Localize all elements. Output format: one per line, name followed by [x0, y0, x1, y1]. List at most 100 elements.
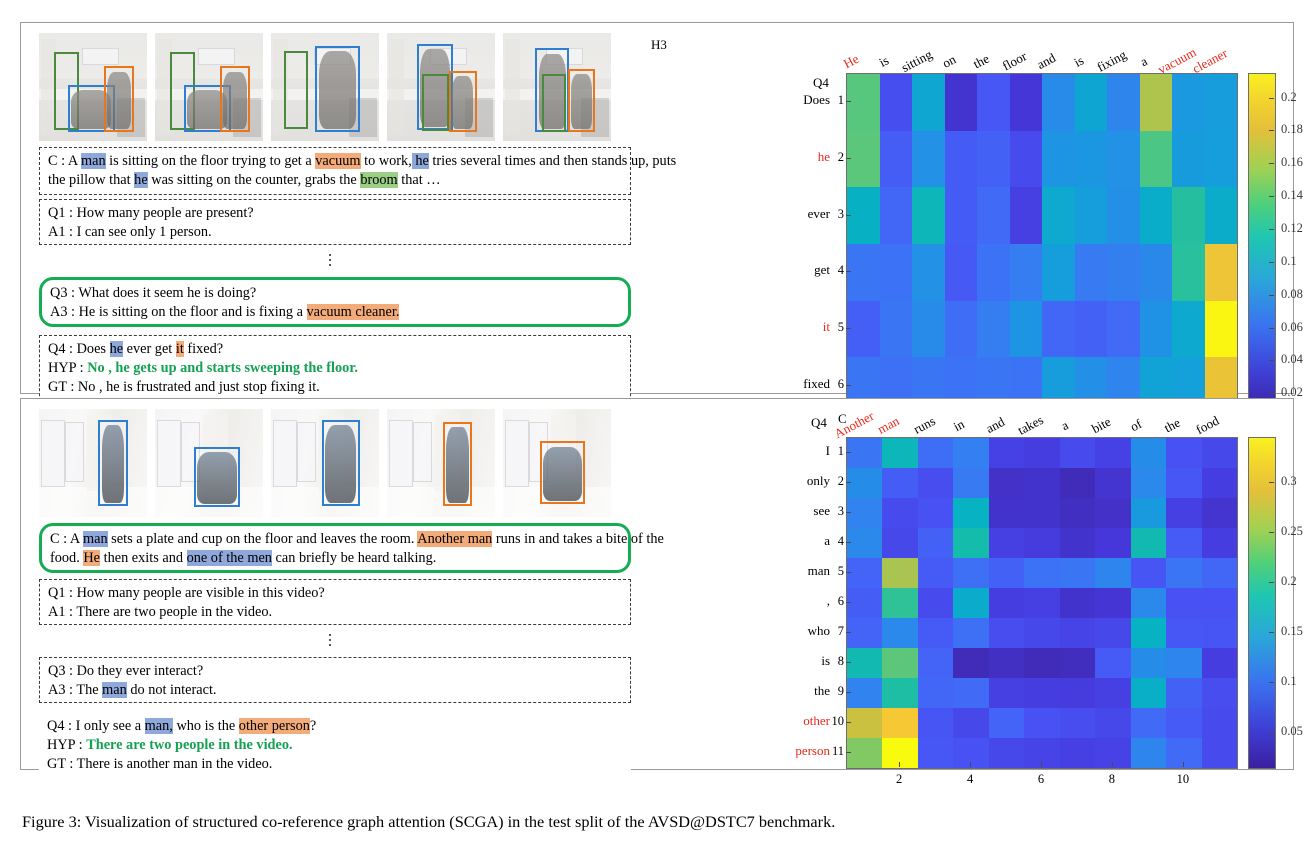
- heatmap-cell: [1107, 187, 1140, 244]
- token-text: that …: [397, 172, 441, 188]
- bounding-box-green: [421, 74, 449, 132]
- heatmap-cell: [1059, 438, 1096, 468]
- heatmap-col-label: is: [876, 52, 891, 70]
- token-text: then exits and: [100, 550, 187, 566]
- heatmap-cell: [1166, 468, 1202, 498]
- bounding-box-blue: [315, 45, 360, 133]
- heatmap-cell: [847, 738, 883, 768]
- video-frame: [155, 409, 263, 517]
- token-text: GT : No , he is frustrated and just stop…: [48, 379, 320, 395]
- heatmap-cell: [912, 187, 945, 244]
- heatmap-cell: [917, 738, 954, 768]
- heatmap-cell: [953, 558, 989, 588]
- heatmap-col-label: of: [1127, 415, 1145, 435]
- y-tick-mark: [846, 542, 851, 543]
- dialogue-line: HYP : There are two people in the video.: [47, 736, 623, 755]
- dialogue-line: Q3 : Do they ever interact?: [48, 662, 622, 681]
- heatmap-row-label: get: [814, 262, 830, 278]
- heatmap-cell: [1139, 130, 1172, 188]
- heatmap-cell: [944, 187, 977, 244]
- colorbar-tick-label: 0.1: [1281, 253, 1297, 268]
- heatmap-cell: [1172, 74, 1205, 131]
- example-panel-2: C : A man sets a plate and cup on the fl…: [20, 398, 1303, 786]
- heatmap-cell: [1042, 74, 1075, 131]
- heatmap-cell: [847, 498, 883, 528]
- heatmap-cell: [988, 618, 1025, 648]
- heatmap-cell: [847, 648, 883, 678]
- colorbar-tick-mark: [1269, 682, 1274, 683]
- heatmap-cell: [953, 678, 989, 708]
- heatmap-cell: [847, 468, 883, 498]
- heatmap-cell: [882, 678, 918, 708]
- token-text: food.: [50, 550, 84, 566]
- caption-block: C : A man is sitting on the floor trying…: [39, 147, 676, 195]
- video-frame-strip-1: [39, 33, 611, 141]
- heatmap-cell: [1201, 498, 1237, 528]
- token-highlight-blue: he: [411, 153, 429, 169]
- heatmap-cell: [1009, 300, 1042, 358]
- colorbar-tick-mark: [1269, 327, 1274, 329]
- heatmap-cell: [977, 244, 1010, 301]
- heatmap-cell: [1172, 244, 1205, 301]
- heatmap-cell: [1204, 244, 1237, 301]
- heatmap-cell: [1130, 528, 1167, 558]
- token-text: can briefly be heard talking.: [271, 550, 437, 566]
- heatmap-cell: [912, 130, 945, 188]
- dialogue-line: A3 : He is sitting on the floor and is f…: [50, 303, 620, 322]
- example-panel-1: C : A man is sitting on the floor trying…: [20, 22, 1303, 432]
- y-tick-mark: [846, 632, 851, 633]
- token-text: A3 : He is sitting on the floor and is f…: [50, 304, 307, 320]
- token-highlight-blue: man: [80, 153, 106, 169]
- y-tick-mark: [846, 328, 851, 329]
- heatmap-cell: [1024, 678, 1060, 708]
- heatmap-grid: [846, 73, 1238, 415]
- colorbar-tick-mark: [1269, 582, 1274, 583]
- heatmap-cell: [1139, 187, 1172, 244]
- heatmap-cell: [1042, 187, 1075, 244]
- colorbar-tick-label: 0.16: [1281, 155, 1303, 170]
- heatmap-cell: [1130, 558, 1167, 588]
- heatmap-cell: [1024, 468, 1060, 498]
- example-1-left: C : A man is sitting on the floor trying…: [29, 29, 676, 401]
- heatmap-cell: [847, 678, 883, 708]
- token-text: GT : There is another man in the video.: [47, 756, 273, 772]
- dialogue-line: C : A man is sitting on the floor trying…: [48, 152, 676, 171]
- heatmap-cell: [1172, 300, 1205, 358]
- colorbar-tick-mark: [1269, 732, 1274, 733]
- y-tick-mark: [846, 384, 851, 386]
- heatmap-cell: [1059, 618, 1096, 648]
- colorbar-tick-label: 0.06: [1281, 319, 1303, 334]
- heatmap-cell: [1139, 244, 1172, 301]
- token-highlight-orange: He: [83, 550, 101, 566]
- heatmap-cell: [944, 300, 977, 358]
- token-text: who is the: [172, 718, 239, 734]
- token-text: Q3 : Do they ever interact?: [48, 663, 204, 679]
- colorbar-tick-label: 0.14: [1281, 188, 1303, 203]
- figure-caption: Figure 3: Visualization of structured co…: [22, 812, 836, 831]
- bounding-box-orange: [448, 70, 477, 133]
- heatmap-row-index: 11: [831, 744, 844, 758]
- heatmap-cell: [1095, 498, 1131, 528]
- heatmap-cell: [977, 130, 1010, 188]
- heatmap-cell: [1074, 244, 1107, 301]
- token-text: A1 : I can see only 1 person.: [48, 224, 212, 240]
- y-tick-mark: [846, 271, 851, 273]
- y-tick-mark: [846, 452, 851, 453]
- colorbar-tick-mark: [1269, 532, 1274, 533]
- heatmap-cell: [988, 558, 1025, 588]
- heatmap-cell: [1059, 678, 1096, 708]
- heatmap-cell: [944, 244, 977, 301]
- token-highlight-blue: man,: [144, 718, 173, 734]
- colorbar-tick-label: 0.04: [1281, 352, 1303, 367]
- heatmap-cell: [882, 618, 918, 648]
- video-frame: [155, 33, 263, 141]
- heatmap-cell: [912, 74, 945, 131]
- heatmap-cell: [882, 528, 918, 558]
- dialogue-line: Q3 : What does it seem he is doing?: [50, 284, 620, 303]
- x-tick-mark: [1111, 762, 1113, 767]
- colorbar-tick-label: 0.18: [1281, 122, 1303, 137]
- heatmap-cell: [953, 498, 989, 528]
- heatmap-col-label: is: [1071, 52, 1086, 70]
- heatmap-cell: [1166, 678, 1202, 708]
- heatmap-cell: [988, 468, 1025, 498]
